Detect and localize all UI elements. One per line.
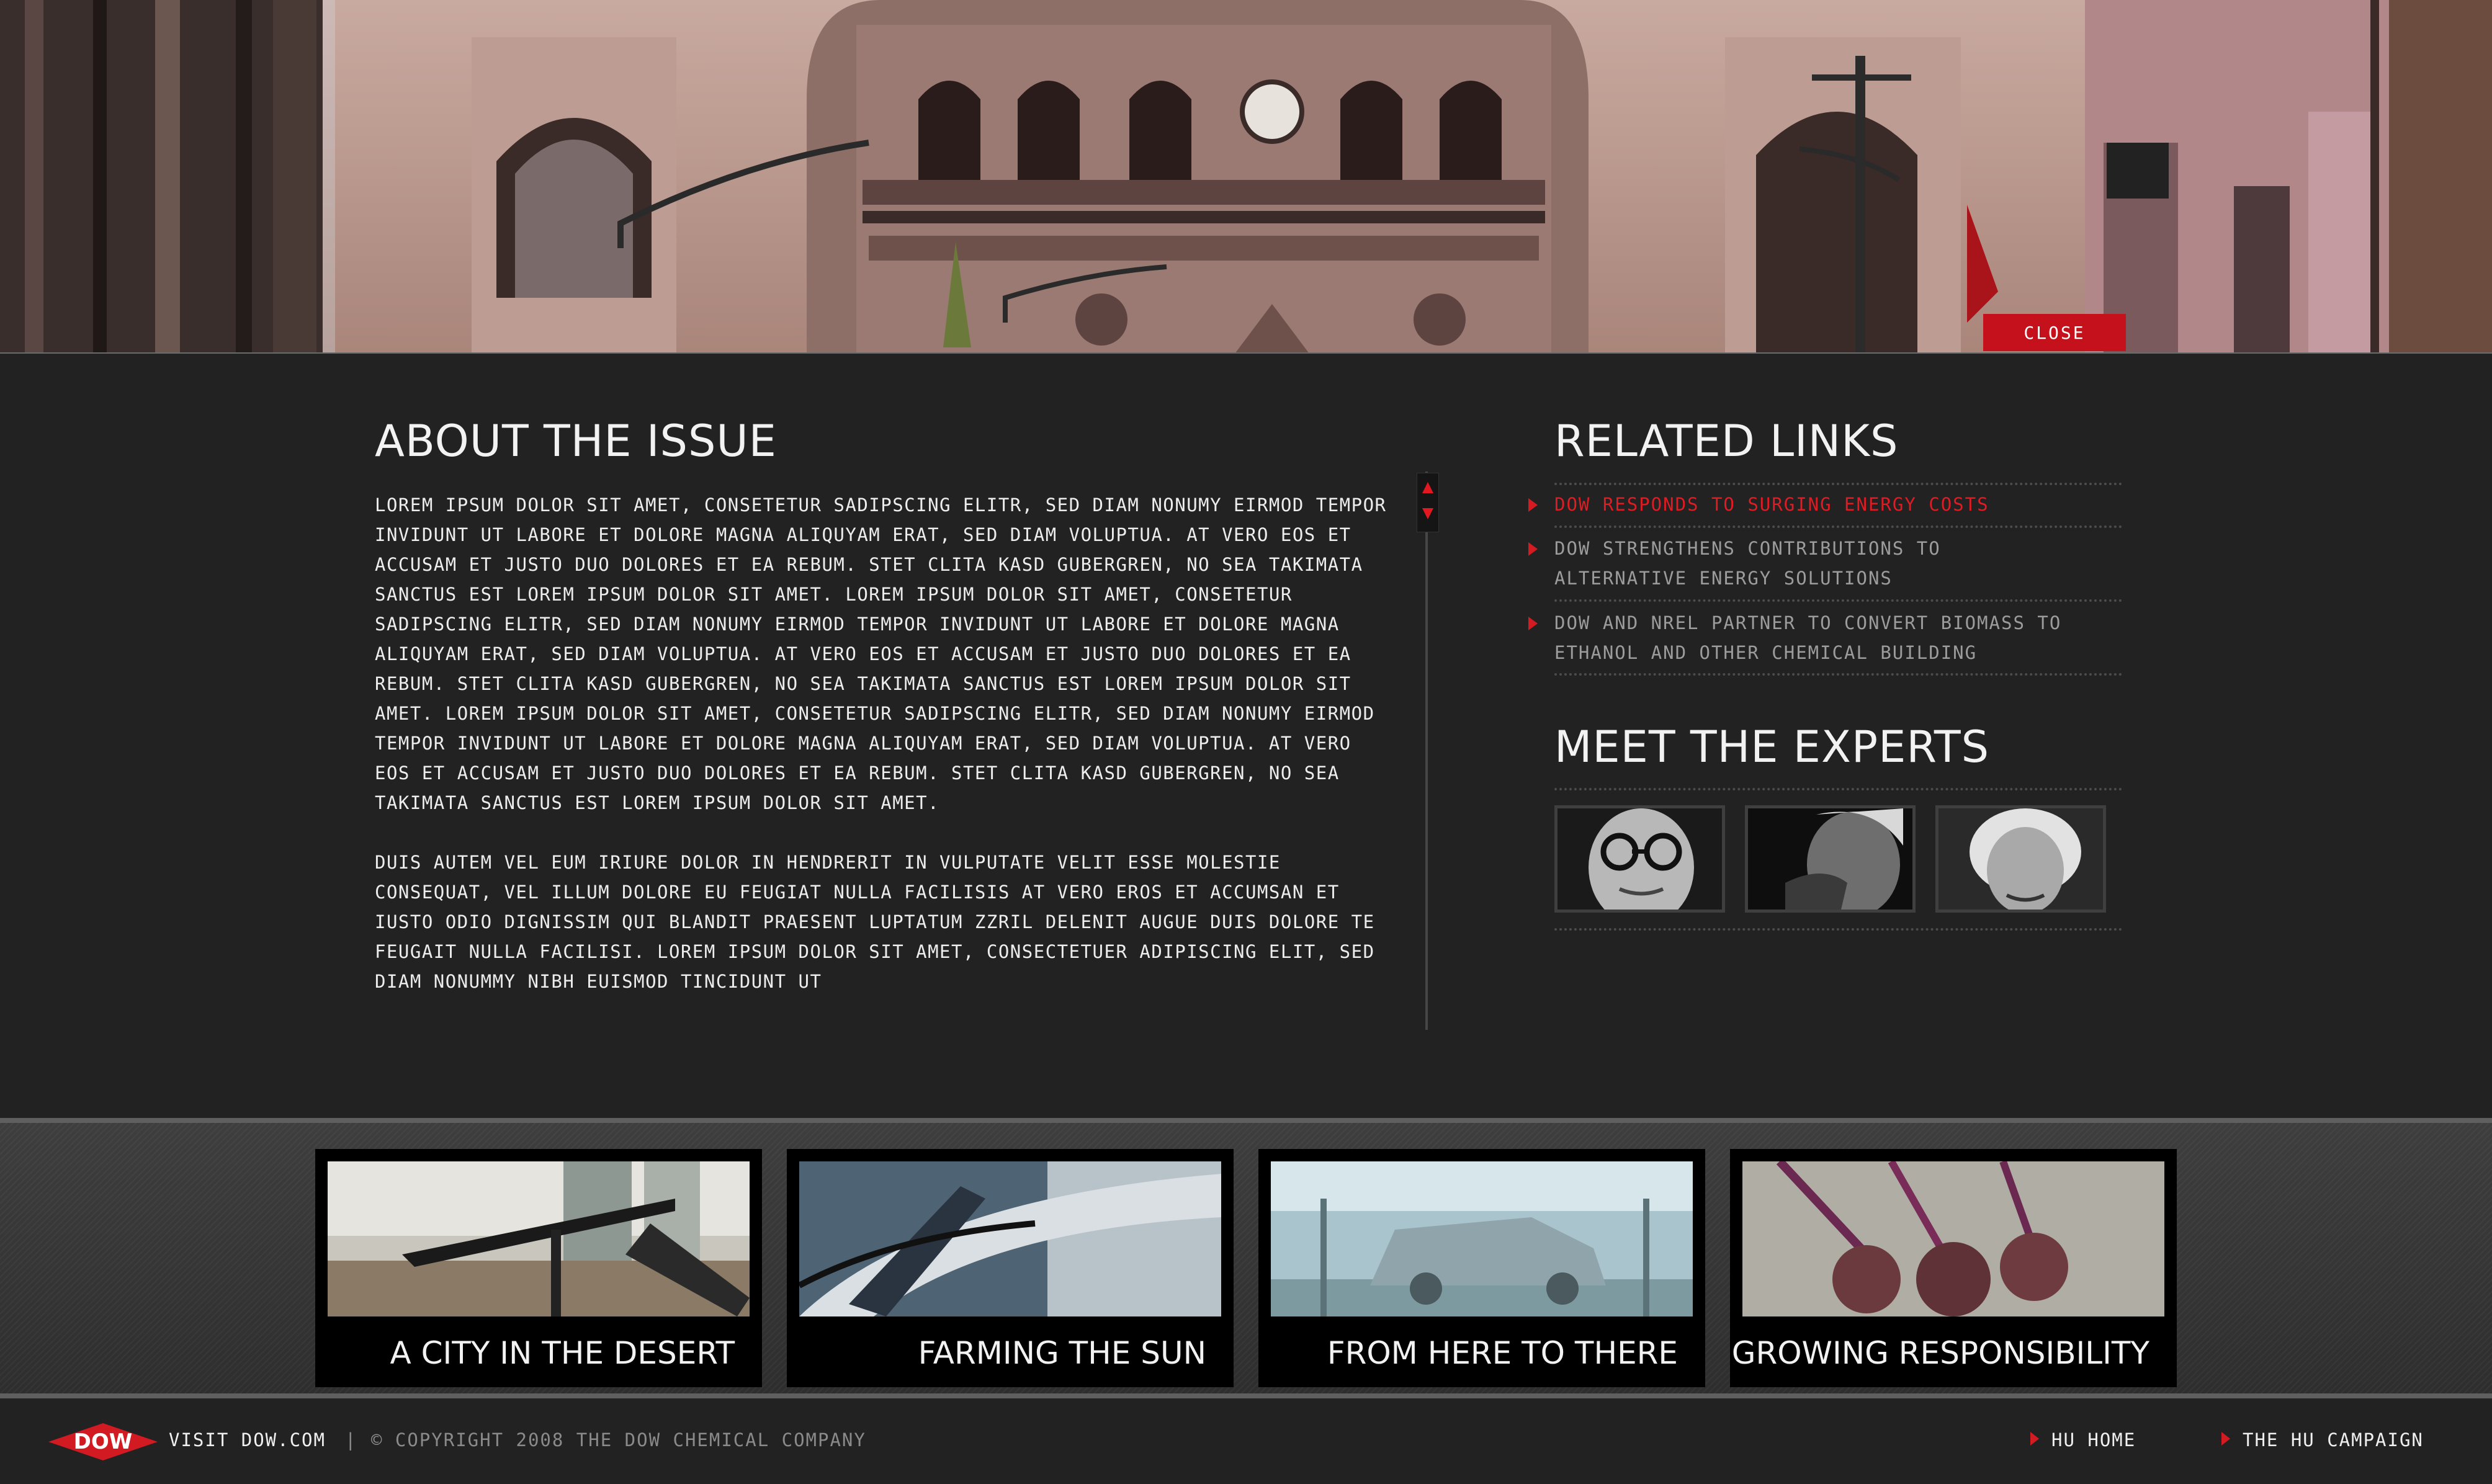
feature-thumbnail bbox=[328, 1161, 750, 1316]
feature-caption: A CITY IN THE DESERT bbox=[390, 1335, 735, 1371]
expert-photo-2[interactable] bbox=[1745, 805, 1916, 913]
divider bbox=[1554, 599, 2122, 602]
arrow-right-icon bbox=[2221, 1432, 2230, 1446]
footer-separator: | bbox=[345, 1429, 357, 1450]
about-paragraph: Duis autem vel eum iriure dolor in hendr… bbox=[375, 852, 1375, 992]
scrollbar-handle[interactable] bbox=[1417, 473, 1439, 532]
scroll-down-icon[interactable] bbox=[1422, 508, 1433, 519]
hero-architecture-image bbox=[0, 0, 2492, 354]
arrow-right-icon bbox=[2030, 1432, 2039, 1446]
dow-logo[interactable]: DOW bbox=[48, 1423, 158, 1460]
related-links-title: RELATED LINKS bbox=[1554, 416, 1899, 467]
feature-bar: A CITY IN THE DESERT FARMING THE SUN FRO… bbox=[0, 1118, 2492, 1398]
expert-portrait bbox=[1558, 808, 1722, 910]
feature-thumbnail bbox=[1271, 1161, 1693, 1316]
divider bbox=[1554, 788, 2122, 790]
copyright-text: © COPYRIGHT 2008 THE DOW CHEMICAL COMPAN… bbox=[371, 1429, 866, 1450]
feature-card-city[interactable]: A CITY IN THE DESERT bbox=[315, 1149, 762, 1387]
arrow-right-icon bbox=[1528, 498, 1538, 512]
related-link-2[interactable]: DOW STRENGTHENS CONTRIBUTIONS TO ALTERNA… bbox=[1528, 534, 2026, 593]
expert-portrait bbox=[1938, 808, 2103, 910]
related-link-label: DOW AND NREL PARTNER TO CONVERT BIOMASS … bbox=[1554, 612, 2062, 663]
hu-campaign-link[interactable]: THE HU CAMPAIGN bbox=[2221, 1429, 2424, 1450]
close-button[interactable]: CLOSE bbox=[1983, 314, 2126, 351]
footer: DOW VISIT DOW.COM | © COPYRIGHT 2008 THE… bbox=[0, 1398, 2492, 1484]
scrollbar-track[interactable] bbox=[1425, 472, 1428, 1030]
feature-thumbnail bbox=[1742, 1161, 2164, 1316]
nav-label: THE HU CAMPAIGN bbox=[2243, 1429, 2424, 1450]
scroll-up-icon[interactable] bbox=[1422, 482, 1433, 493]
divider bbox=[1554, 673, 2122, 676]
feature-card-sun[interactable]: FARMING THE SUN bbox=[787, 1149, 1234, 1387]
feature-caption: FROM HERE TO THERE bbox=[1327, 1335, 1678, 1371]
related-link-label: DOW RESPONDS TO SURGING ENERGY COSTS bbox=[1554, 494, 1989, 515]
experts-title: MEET THE EXPERTS bbox=[1554, 722, 1990, 772]
about-body: Lorem ipsum dolor sit amet, consetetur s… bbox=[375, 490, 1392, 1026]
arrow-right-icon bbox=[1528, 542, 1538, 556]
expert-photo-1[interactable] bbox=[1554, 805, 1725, 913]
hero-divider bbox=[0, 352, 2492, 354]
hu-home-link[interactable]: HU HOME bbox=[2030, 1429, 2136, 1450]
related-link-3[interactable]: DOW AND NREL PARTNER TO CONVERT BIOMASS … bbox=[1528, 608, 2122, 668]
hero-banner: CLOSE bbox=[0, 0, 2492, 354]
expert-portrait bbox=[1748, 808, 1912, 910]
feature-caption: FARMING THE SUN bbox=[918, 1335, 1206, 1371]
feature-caption: GROWING RESPONSIBILITY bbox=[1731, 1335, 2149, 1371]
expert-photo-3[interactable] bbox=[1935, 805, 2106, 913]
related-link-label: DOW STRENGTHENS CONTRIBUTIONS TO ALTERNA… bbox=[1554, 538, 1941, 589]
about-paragraph: Lorem ipsum dolor sit amet, consetetur s… bbox=[375, 494, 1387, 813]
feature-thumbnail bbox=[799, 1161, 1221, 1316]
divider bbox=[1554, 525, 2122, 528]
nav-label: HU HOME bbox=[2051, 1429, 2136, 1450]
visit-dow-link[interactable]: VISIT DOW.COM bbox=[169, 1429, 326, 1450]
related-link-1[interactable]: DOW RESPONDS TO SURGING ENERGY COSTS bbox=[1528, 489, 2122, 519]
divider bbox=[1554, 483, 2122, 485]
feature-card-responsibility[interactable]: GROWING RESPONSIBILITY bbox=[1730, 1149, 2177, 1387]
dow-logo-text: DOW bbox=[73, 1429, 133, 1454]
divider bbox=[1554, 928, 2122, 931]
arrow-right-icon bbox=[1528, 617, 1538, 630]
about-title: ABOUT THE ISSUE bbox=[375, 416, 777, 467]
feature-card-transport[interactable]: FROM HERE TO THERE bbox=[1258, 1149, 1705, 1387]
